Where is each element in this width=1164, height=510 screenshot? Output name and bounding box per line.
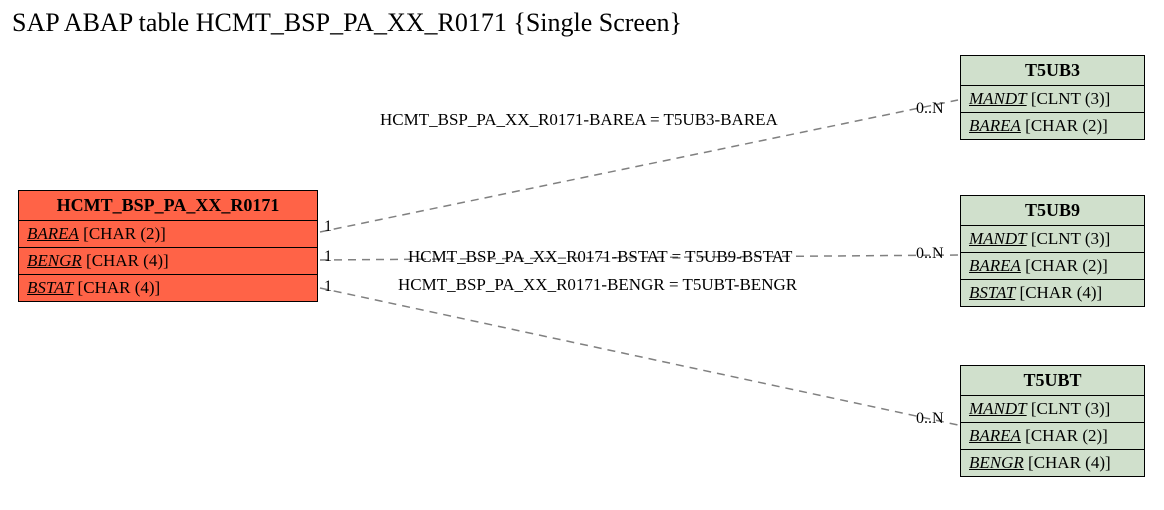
- field-type: [CHAR (2)]: [1025, 256, 1108, 275]
- entity-field: BAREA [CHAR (2)]: [961, 113, 1144, 139]
- relation-label: HCMT_BSP_PA_XX_R0171-BENGR = T5UBT-BENGR: [398, 275, 797, 295]
- cardinality-right: 0..N: [916, 410, 944, 428]
- field-type: [CLNT (3)]: [1031, 229, 1110, 248]
- field-name: BAREA: [969, 116, 1021, 135]
- field-name: BSTAT: [969, 283, 1015, 302]
- entity-header: T5UBT: [961, 366, 1144, 396]
- cardinality-left: 1: [324, 278, 332, 296]
- cardinality-right: 0..N: [916, 245, 944, 263]
- entity-main-field: BENGR [CHAR (4)]: [19, 248, 317, 275]
- entity-t5ub3: T5UB3 MANDT [CLNT (3)] BAREA [CHAR (2)]: [960, 55, 1145, 140]
- field-name: BAREA: [969, 256, 1021, 275]
- field-name: BSTAT: [27, 278, 73, 297]
- entity-field: MANDT [CLNT (3)]: [961, 86, 1144, 113]
- field-type: [CHAR (4)]: [1020, 283, 1103, 302]
- entity-main: HCMT_BSP_PA_XX_R0171 BAREA [CHAR (2)] BE…: [18, 190, 318, 302]
- entity-t5ub9: T5UB9 MANDT [CLNT (3)] BAREA [CHAR (2)] …: [960, 195, 1145, 307]
- field-name: MANDT: [969, 89, 1027, 108]
- field-type: [CLNT (3)]: [1031, 399, 1110, 418]
- field-name: BENGR: [969, 453, 1024, 472]
- field-name: BAREA: [969, 426, 1021, 445]
- entity-header: T5UB3: [961, 56, 1144, 86]
- cardinality-right: 0..N: [916, 100, 944, 118]
- entity-field: MANDT [CLNT (3)]: [961, 226, 1144, 253]
- entity-main-field: BAREA [CHAR (2)]: [19, 221, 317, 248]
- entity-main-field: BSTAT [CHAR (4)]: [19, 275, 317, 301]
- entity-field: BSTAT [CHAR (4)]: [961, 280, 1144, 306]
- relation-label: HCMT_BSP_PA_XX_R0171-BSTAT = T5UB9-BSTAT: [408, 247, 792, 267]
- field-name: BAREA: [27, 224, 79, 243]
- entity-header: T5UB9: [961, 196, 1144, 226]
- page-title: SAP ABAP table HCMT_BSP_PA_XX_R0171 {Sin…: [12, 8, 682, 38]
- field-type: [CHAR (2)]: [1025, 426, 1108, 445]
- entity-main-header: HCMT_BSP_PA_XX_R0171: [19, 191, 317, 221]
- entity-field: BAREA [CHAR (2)]: [961, 253, 1144, 280]
- cardinality-left: 1: [324, 218, 332, 236]
- entity-t5ubt: T5UBT MANDT [CLNT (3)] BAREA [CHAR (2)] …: [960, 365, 1145, 477]
- entity-field: BAREA [CHAR (2)]: [961, 423, 1144, 450]
- field-type: [CHAR (4)]: [1028, 453, 1111, 472]
- field-name: BENGR: [27, 251, 82, 270]
- entity-field: MANDT [CLNT (3)]: [961, 396, 1144, 423]
- field-type: [CHAR (4)]: [86, 251, 169, 270]
- field-name: MANDT: [969, 229, 1027, 248]
- relation-label: HCMT_BSP_PA_XX_R0171-BAREA = T5UB3-BAREA: [380, 110, 778, 130]
- field-name: MANDT: [969, 399, 1027, 418]
- cardinality-left: 1: [324, 248, 332, 266]
- field-type: [CLNT (3)]: [1031, 89, 1110, 108]
- field-type: [CHAR (2)]: [1025, 116, 1108, 135]
- field-type: [CHAR (4)]: [78, 278, 161, 297]
- field-type: [CHAR (2)]: [83, 224, 166, 243]
- entity-field: BENGR [CHAR (4)]: [961, 450, 1144, 476]
